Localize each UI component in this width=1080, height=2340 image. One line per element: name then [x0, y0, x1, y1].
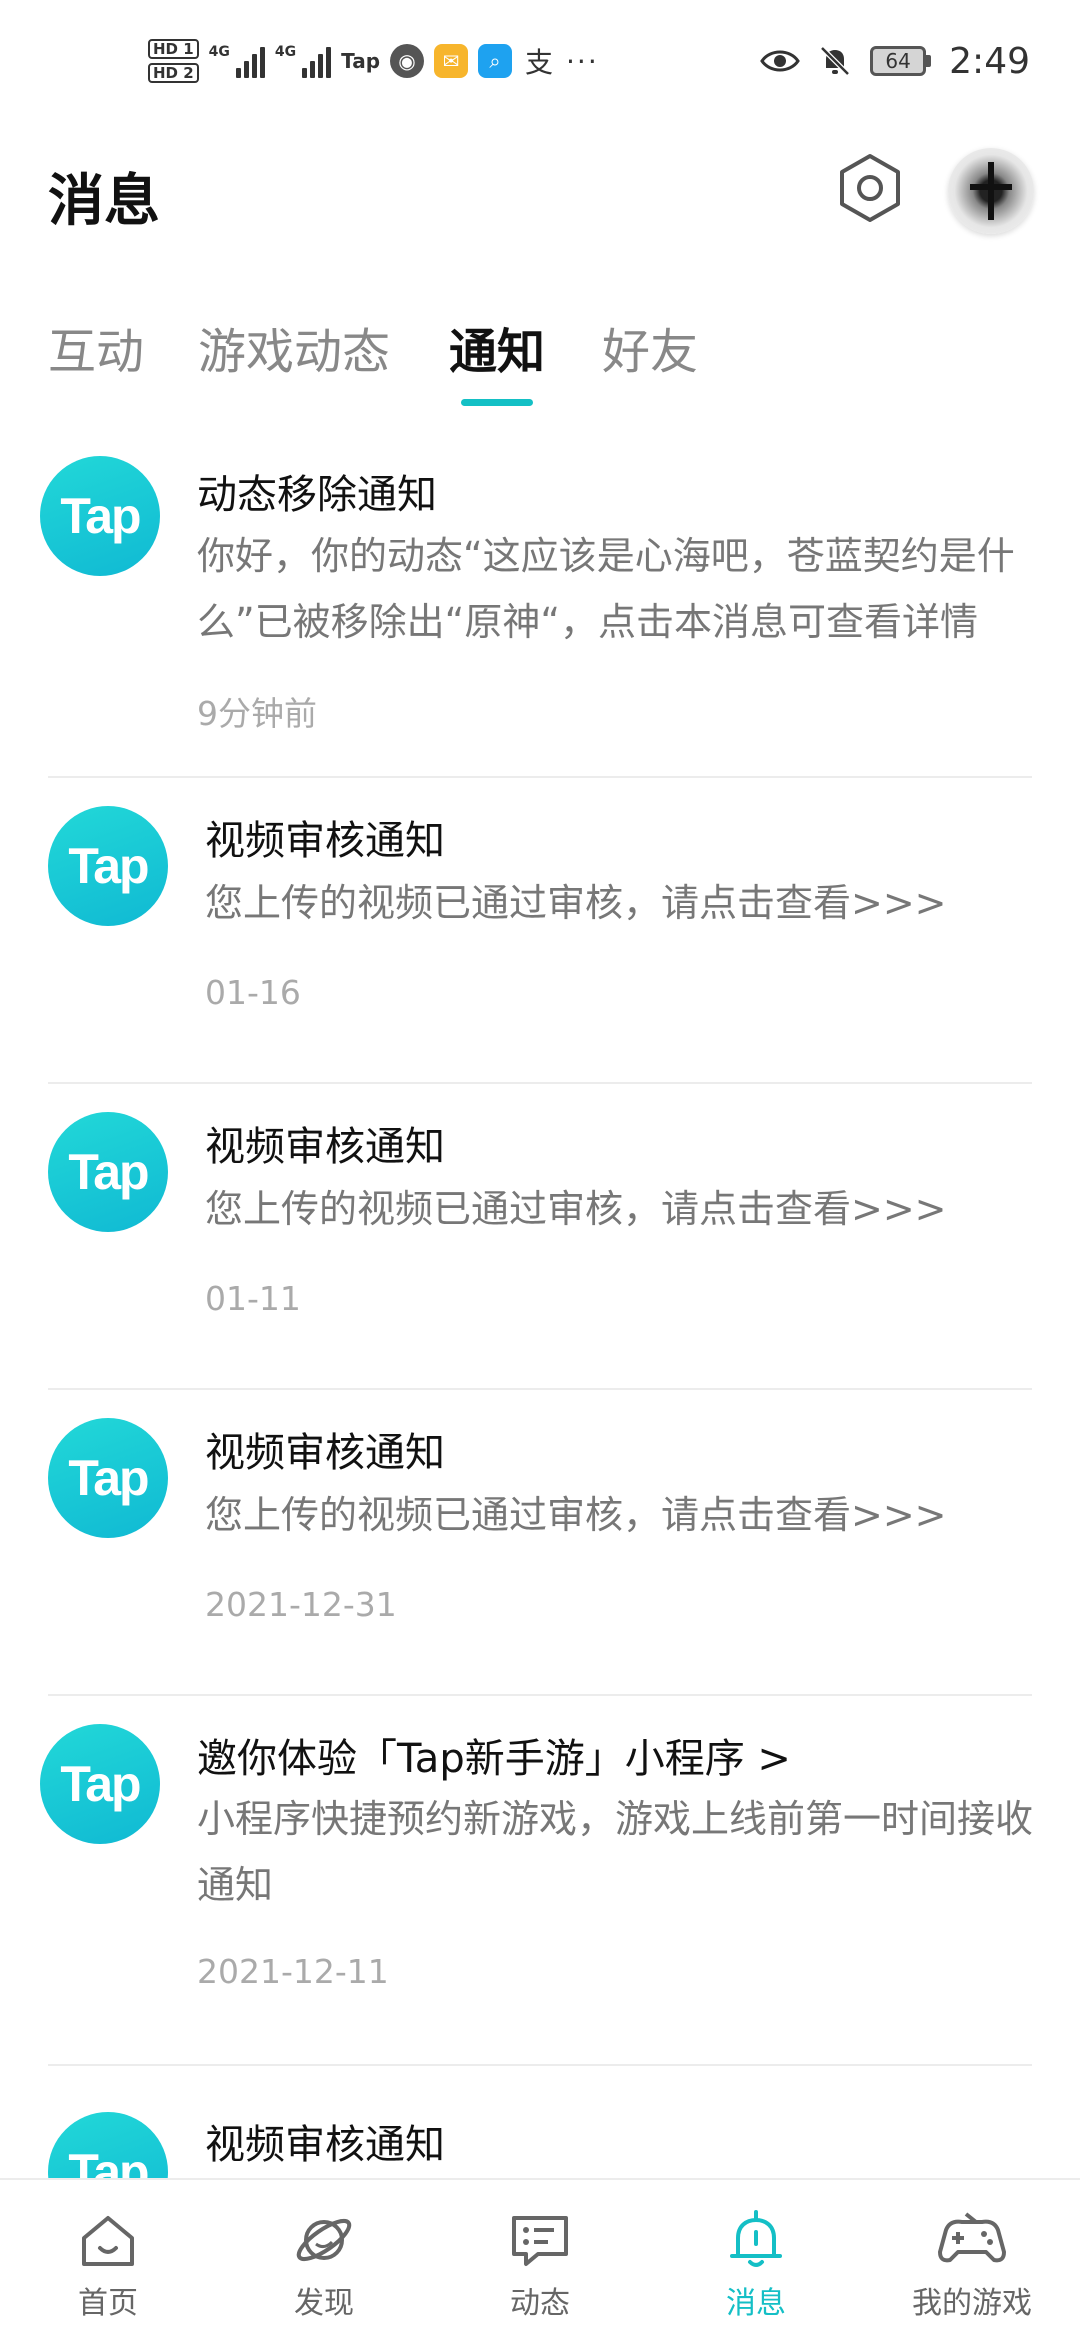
list-item[interactable]: Tap 邀你体验「Tap新手游」小程序 > 小程序快捷预约新游戏，游戏上线前第一… — [0, 1696, 1080, 2064]
hd1-badge: HD 1 — [148, 39, 199, 59]
logo-text: Tap — [68, 1144, 149, 1200]
notification-time: 9分钟前 — [197, 694, 317, 733]
tap-logo-icon: Tap — [48, 1418, 168, 1538]
message-icon — [512, 2216, 568, 2266]
nav-my-games-label: 我的游戏 — [912, 2286, 1032, 2321]
notification-time: 2021-12-11 — [197, 1952, 389, 1991]
status-bar-left: HD 1 HD 2 4G 4G Tap ◉ ✉ ⌕ 支 ··· — [148, 36, 599, 86]
nav-my-games[interactable]: 我的游戏 — [864, 2180, 1080, 2340]
page-header: 消息 — [0, 130, 1080, 260]
notification-list: Tap 动态移除通知 你好，你的动态“这应该是心海吧，苍蓝契约是什么”已被移除出… — [0, 430, 1080, 2178]
tap-logo-icon: Tap — [48, 806, 168, 926]
search-app-icon: ⌕ — [478, 44, 513, 78]
logo-text: Tap — [68, 1450, 149, 1506]
logo-text: Tap — [60, 488, 141, 544]
eye-icon — [760, 50, 800, 72]
signal-2-icon: 4G — [274, 44, 332, 78]
bell-off-icon — [820, 46, 850, 76]
logo-text: Tap — [68, 838, 149, 894]
tab-notifications[interactable]: 通知 — [449, 312, 545, 382]
notification-title: 视频审核通知 — [205, 2122, 445, 2168]
hd-indicators: HD 1 HD 2 — [148, 39, 199, 83]
network-type-2: 4G — [274, 44, 297, 60]
clock: 2:49 — [949, 40, 1030, 82]
battery-icon: 64 — [870, 46, 932, 76]
list-item[interactable]: Tap 视频审核通知 您上传的视频已通过审核，请点击查看>>> 01-11 — [0, 1084, 1080, 1388]
mail-app-icon: ✉ — [434, 44, 469, 78]
nav-messages[interactable]: 消息 — [648, 2180, 864, 2340]
settings-button[interactable] — [830, 148, 910, 228]
notification-title: 邀你体验「Tap新手游」小程序 > — [197, 1736, 791, 1782]
notification-time: 01-11 — [205, 1279, 301, 1318]
more-notifications-icon: ··· — [566, 44, 599, 78]
alipay-icon: 支 — [525, 46, 554, 79]
tap-logo-icon: Tap — [48, 1112, 168, 1232]
nav-discover[interactable]: 发现 — [216, 2180, 432, 2340]
notification-time: 2021-12-31 — [205, 1585, 397, 1624]
nav-home-label: 首页 — [78, 2286, 138, 2321]
planet-icon — [296, 2218, 352, 2262]
notification-title: 视频审核通知 — [205, 818, 445, 864]
home-icon — [82, 2216, 134, 2266]
status-bar-right: 64 2:49 — [760, 36, 1030, 86]
hd2-badge: HD 2 — [148, 63, 199, 83]
bottom-nav: 首页 发现 动态 消息 我的游戏 — [0, 2178, 1080, 2340]
tap-logo-icon: Tap — [40, 1724, 160, 1844]
status-bar: HD 1 HD 2 4G 4G Tap ◉ ✉ ⌕ 支 ··· 64 2:49 — [0, 0, 1080, 130]
notification-title: 动态移除通知 — [197, 472, 437, 518]
tap-notification-icon: Tap — [341, 49, 381, 73]
nav-feed[interactable]: 动态 — [432, 2180, 648, 2340]
notification-body: 你好，你的动态“这应该是心海吧，苍蓝契约是什么”已被移除出“原神“，点击本消息可… — [197, 534, 1015, 644]
notification-body: 您上传的视频已通过审核，请点击查看>>> — [205, 1493, 947, 1537]
list-item[interactable]: Tap 视频审核通知 您上传的视频已通过审核，请点击查看>>> 01-16 — [0, 778, 1080, 1082]
gamepad-icon — [938, 2212, 1006, 2263]
nav-home[interactable]: 首页 — [0, 2180, 216, 2340]
logo-text: Tap — [68, 2144, 149, 2178]
notification-title: 视频审核通知 — [205, 1124, 445, 1170]
nav-discover-label: 发现 — [294, 2286, 354, 2321]
message-tabs: 互动 游戏动态 通知 好友 — [0, 300, 1080, 410]
battery-level: 64 — [870, 46, 927, 76]
tap-logo-icon: Tap — [48, 2112, 168, 2178]
notification-body: 小程序快捷预约新游戏，游戏上线前第一时间接收通知 — [197, 1797, 1034, 1907]
nav-feed-label: 动态 — [510, 2286, 570, 2321]
notification-body: 您上传的视频已通过审核，请点击查看>>> — [205, 1187, 947, 1231]
notification-time: 01-16 — [205, 973, 301, 1012]
active-tab-indicator — [461, 399, 533, 406]
bell-icon — [730, 2210, 782, 2267]
tab-friends[interactable]: 好友 — [602, 312, 698, 382]
list-item[interactable]: Tap 视频审核通知 — [0, 2066, 1080, 2178]
logo-text: Tap — [60, 1756, 141, 1812]
signal-1-icon: 4G — [209, 44, 265, 78]
gear-icon — [840, 154, 900, 222]
notification-body: 您上传的视频已通过审核，请点击查看>>> — [205, 881, 947, 925]
list-item[interactable]: Tap 动态移除通知 你好，你的动态“这应该是心海吧，苍蓝契约是什么”已被移除出… — [0, 430, 1080, 776]
tab-game-updates[interactable]: 游戏动态 — [198, 312, 390, 382]
tap-logo-icon: Tap — [40, 456, 160, 576]
list-item[interactable]: Tap 视频审核通知 您上传的视频已通过审核，请点击查看>>> 2021-12-… — [0, 1390, 1080, 1694]
notification-title: 视频审核通知 — [205, 1430, 445, 1476]
network-type-1: 4G — [208, 44, 230, 60]
camera-app-icon: ◉ — [390, 44, 425, 78]
tab-interaction[interactable]: 互动 — [48, 312, 144, 382]
page-title: 消息 — [48, 169, 160, 234]
nav-messages-label: 消息 — [726, 2286, 786, 2321]
avatar[interactable] — [948, 148, 1034, 234]
